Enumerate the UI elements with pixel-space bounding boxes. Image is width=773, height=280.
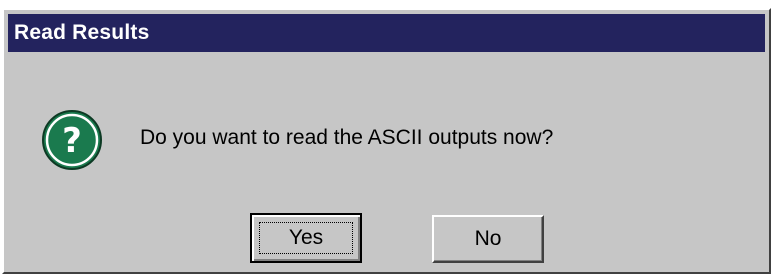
title-bar[interactable]: Read Results [8,14,765,52]
question-icon: ? [42,110,102,170]
no-button[interactable]: No [432,215,544,263]
dialog-message: Do you want to read the ASCII outputs no… [140,126,554,149]
window-title: Read Results [14,21,150,44]
yes-button[interactable]: Yes [250,213,362,263]
read-results-dialog: Read Results ? Do you want to read the A… [2,8,771,274]
yes-button-label: Yes [288,226,324,249]
question-glyph: ? [62,121,82,161]
no-button-label: No [474,227,502,250]
